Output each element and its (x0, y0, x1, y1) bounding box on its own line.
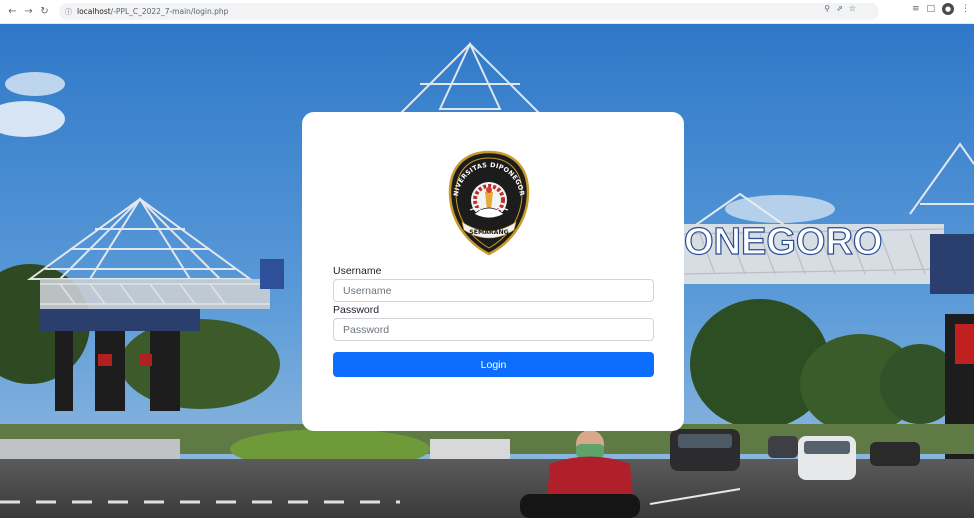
url-host: localhost (77, 7, 111, 16)
reading-list-icon[interactable]: ≡ (912, 4, 920, 14)
share-icon[interactable]: ⇗ (836, 4, 843, 13)
back-arrow-icon[interactable]: ← (6, 4, 19, 20)
login-button[interactable]: Login (333, 352, 654, 377)
username-label: Username (333, 265, 382, 277)
menu-kebab-icon[interactable]: ⋮ (961, 4, 970, 14)
login-card: UNIVERSITAS DIPONEGORO SEMARANG Username… (302, 112, 684, 431)
site-info-icon[interactable]: ⓘ (65, 7, 72, 17)
bookmark-star-icon[interactable]: ☆ (849, 4, 856, 13)
university-logo: UNIVERSITAS DIPONEGORO SEMARANG (441, 144, 534, 256)
password-field[interactable] (333, 318, 654, 341)
url-path: /-PPL_C_2022_7-main/login.php (110, 7, 229, 16)
address-bar[interactable]: ⓘ localhost /-PPL_C_2022_7-main/login.ph… (59, 3, 879, 20)
zoom-icon[interactable]: ⚲ (824, 4, 830, 13)
forward-arrow-icon[interactable]: → (22, 4, 35, 20)
gate-sign-text: ONEGORO (684, 221, 882, 263)
browser-toolbar: ← → ↻ ⓘ localhost /-PPL_C_2022_7-main/lo… (0, 0, 974, 24)
username-field[interactable] (333, 279, 654, 302)
password-label: Password (333, 304, 380, 316)
side-panel-icon[interactable]: □ (926, 4, 935, 14)
profile-avatar-icon[interactable]: ● (942, 3, 954, 15)
reload-icon[interactable]: ↻ (38, 4, 51, 20)
logo-bottom-text: SEMARANG (469, 229, 508, 236)
